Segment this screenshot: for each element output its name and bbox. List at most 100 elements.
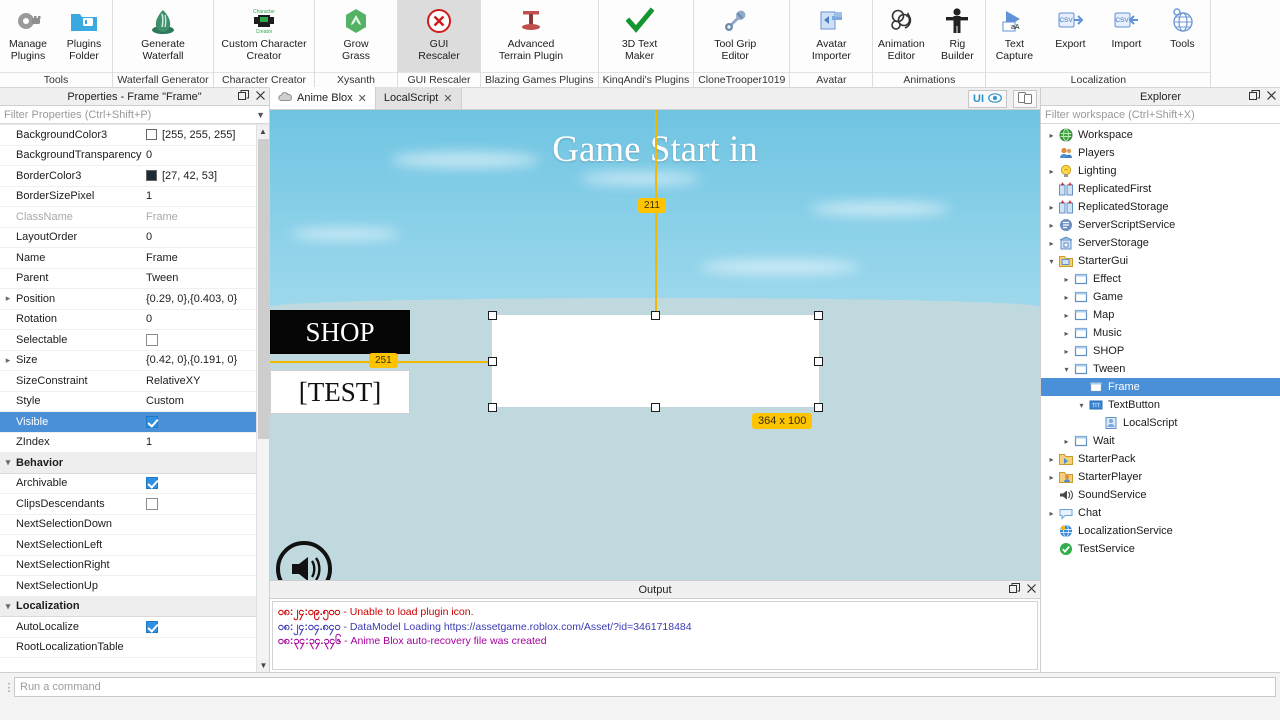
property-checkbox[interactable] bbox=[146, 497, 158, 510]
property-row-nextselectionup[interactable]: NextSelectionUp bbox=[0, 576, 269, 597]
chevron-right-icon[interactable]: ▸ bbox=[1060, 329, 1073, 338]
chevron-right-icon[interactable]: ▸ bbox=[1060, 437, 1073, 446]
property-row-visible[interactable]: Visible bbox=[0, 412, 269, 433]
color-swatch-icon[interactable] bbox=[146, 170, 157, 182]
chevron-right-icon[interactable]: ▸ bbox=[1060, 275, 1073, 284]
explorer-item-tween[interactable]: ▾ Tween bbox=[1041, 360, 1280, 378]
avatar-importer-button[interactable]: Avatar Importer bbox=[790, 0, 872, 72]
property-row-nextselectionright[interactable]: NextSelectionRight bbox=[0, 556, 269, 576]
property-row-classname[interactable]: ClassName Frame bbox=[0, 207, 269, 228]
selected-frame[interactable] bbox=[492, 315, 819, 407]
properties-scrollbar[interactable]: ▲ ▼ bbox=[256, 125, 269, 672]
rig-builder-button[interactable]: Rig Builder bbox=[929, 0, 985, 72]
chevron-right-icon[interactable]: ▸ bbox=[1045, 509, 1058, 518]
property-row-zindex[interactable]: ZIndex 1 bbox=[0, 433, 269, 453]
chevron-right-icon[interactable]: ▸ bbox=[1060, 347, 1073, 356]
tab-close-icon[interactable]: ✕ bbox=[443, 92, 452, 105]
explorer-item-testservice[interactable]: TestService bbox=[1041, 540, 1280, 558]
properties-scroll-thumb[interactable] bbox=[258, 139, 269, 439]
property-value-cell[interactable]: 0 bbox=[146, 313, 269, 325]
test-button[interactable]: [TEST] bbox=[270, 370, 410, 414]
property-row-rotation[interactable]: Rotation 0 bbox=[0, 310, 269, 330]
plugins-folder-button[interactable]: Plugins Folder bbox=[56, 0, 112, 72]
property-value-cell[interactable]: Tween bbox=[146, 272, 269, 284]
property-row-name[interactable]: Name Frame bbox=[0, 248, 269, 269]
property-row-backgroundcolor3[interactable]: BackgroundColor3 [255, 255, 255] bbox=[0, 125, 269, 146]
chevron-right-icon[interactable]: ▸ bbox=[1045, 455, 1058, 464]
output-log-list[interactable]: ၀၈:၂၄:၀၉.၅၀၀ - Unable to load plugin ico… bbox=[272, 601, 1038, 670]
explorer-item-soundservice[interactable]: SoundService bbox=[1041, 486, 1280, 504]
export-button[interactable]: CSV Export bbox=[1042, 0, 1098, 72]
grow-grass-button[interactable]: Grow Grass bbox=[315, 0, 397, 72]
tab-anime-blox[interactable]: Anime Blox ✕ bbox=[270, 87, 376, 109]
command-bar-grip[interactable]: ⋮ bbox=[4, 677, 15, 697]
explorer-item-lighting[interactable]: ▸ Lighting bbox=[1041, 162, 1280, 180]
chevron-right-icon[interactable]: ▸ bbox=[1045, 131, 1058, 140]
explorer-item-starterpack[interactable]: ▸ StarterPack bbox=[1041, 450, 1280, 468]
chevron-right-icon[interactable]: ▸ bbox=[1045, 221, 1058, 230]
resize-handle-top-left[interactable] bbox=[488, 311, 497, 320]
property-row-bordersizepixel[interactable]: BorderSizePixel 1 bbox=[0, 187, 269, 207]
property-checkbox[interactable] bbox=[146, 620, 158, 633]
property-value-cell[interactable] bbox=[146, 477, 269, 490]
resize-handle-top-center[interactable] bbox=[651, 311, 660, 320]
scroll-down-icon[interactable]: ▼ bbox=[257, 659, 269, 672]
sound-toggle-button[interactable] bbox=[275, 540, 333, 580]
property-row-position[interactable]: ▸ Position {0.29, 0},{0.403, 0} bbox=[0, 289, 269, 310]
explorer-item-startergui[interactable]: ▾ StarterGui bbox=[1041, 252, 1280, 270]
explorer-item-shop[interactable]: ▸ SHOP bbox=[1041, 342, 1280, 360]
chevron-down-icon[interactable]: ▾ bbox=[0, 457, 16, 468]
chevron-right-icon[interactable]: ▸ bbox=[0, 293, 16, 304]
output-close-icon[interactable] bbox=[1027, 584, 1036, 596]
explorer-item-replicatedstorage[interactable]: ▸ ReplicatedStorage bbox=[1041, 198, 1280, 216]
property-row-bordercolor3[interactable]: BorderColor3 [27, 42, 53] bbox=[0, 166, 269, 187]
chevron-right-icon[interactable]: ▸ bbox=[1060, 293, 1073, 302]
custom-character-creator-button[interactable]: Character Creator Custom Character Creator bbox=[214, 0, 314, 72]
property-value-cell[interactable]: Frame bbox=[146, 211, 269, 223]
property-value-cell[interactable] bbox=[146, 333, 269, 346]
explorer-item-localscript[interactable]: LocalScript bbox=[1041, 414, 1280, 432]
advanced-terrain-plugin-button[interactable]: Advanced Terrain Plugin bbox=[481, 0, 581, 72]
explorer-item-localizationservice[interactable]: LocalizationService bbox=[1041, 522, 1280, 540]
property-checkbox[interactable] bbox=[146, 415, 158, 428]
chevron-down-icon[interactable]: ▾ bbox=[1075, 401, 1088, 410]
text-capture-button[interactable]: aA Text Capture bbox=[986, 0, 1042, 72]
command-input[interactable]: Run a command bbox=[14, 677, 1276, 697]
explorer-item-players[interactable]: Players bbox=[1041, 144, 1280, 162]
explorer-item-map[interactable]: ▸ Map bbox=[1041, 306, 1280, 324]
chevron-right-icon[interactable]: ▸ bbox=[1045, 239, 1058, 248]
gui-rescaler-button[interactable]: GUI Rescaler bbox=[398, 0, 480, 72]
explorer-close-icon[interactable] bbox=[1267, 91, 1276, 103]
property-row-size[interactable]: ▸ Size {0.42, 0},{0.191, 0} bbox=[0, 351, 269, 371]
explorer-item-replicatedfirst[interactable]: ReplicatedFirst bbox=[1041, 180, 1280, 198]
property-value-cell[interactable]: [255, 255, 255] bbox=[146, 129, 269, 141]
property-row-parent[interactable]: Parent Tween bbox=[0, 269, 269, 289]
shop-button[interactable]: SHOP bbox=[270, 310, 410, 354]
explorer-item-chat[interactable]: ▸ Chat bbox=[1041, 504, 1280, 522]
property-value-cell[interactable]: 1 bbox=[146, 190, 269, 202]
resize-handle-bottom-left[interactable] bbox=[488, 403, 497, 412]
explorer-item-textbutton[interactable]: ▾ TIT TextButton bbox=[1041, 396, 1280, 414]
property-value-cell[interactable]: Custom bbox=[146, 395, 269, 407]
chevron-down-icon[interactable]: ▾ bbox=[1060, 365, 1073, 374]
explorer-item-serverscriptservice[interactable]: ▸ ServerScriptService bbox=[1041, 216, 1280, 234]
chevron-down-icon[interactable]: ▼ bbox=[256, 110, 265, 120]
property-row-layoutorder[interactable]: LayoutOrder 0 bbox=[0, 228, 269, 248]
property-value-cell[interactable]: [27, 42, 53] bbox=[146, 170, 269, 182]
scroll-up-icon[interactable]: ▲ bbox=[257, 125, 269, 138]
property-value-cell[interactable]: {0.29, 0},{0.403, 0} bbox=[146, 293, 269, 305]
property-value-cell[interactable]: RelativeXY bbox=[146, 375, 269, 387]
output-dock-icon[interactable] bbox=[1009, 583, 1020, 597]
3d-text-maker-button[interactable]: 3D Text Maker bbox=[599, 0, 681, 72]
property-row-autolocalize[interactable]: AutoLocalize bbox=[0, 617, 269, 638]
tab-close-icon[interactable]: ✕ bbox=[358, 92, 367, 105]
explorer-filter-input[interactable]: Filter workspace (Ctrl+Shift+X) bbox=[1041, 106, 1280, 124]
manage-plugins-button[interactable]: Manage Plugins bbox=[0, 0, 56, 72]
explorer-dock-icon[interactable] bbox=[1249, 90, 1260, 104]
property-value-cell[interactable]: 1 bbox=[146, 436, 269, 448]
tool-grip-editor-button[interactable]: Tool Grip Editor bbox=[694, 0, 776, 72]
animation-editor-button[interactable]: Animation Editor bbox=[873, 0, 929, 72]
chevron-down-icon[interactable]: ▾ bbox=[0, 601, 16, 612]
property-checkbox[interactable] bbox=[146, 333, 158, 346]
explorer-item-music[interactable]: ▸ Music bbox=[1041, 324, 1280, 342]
